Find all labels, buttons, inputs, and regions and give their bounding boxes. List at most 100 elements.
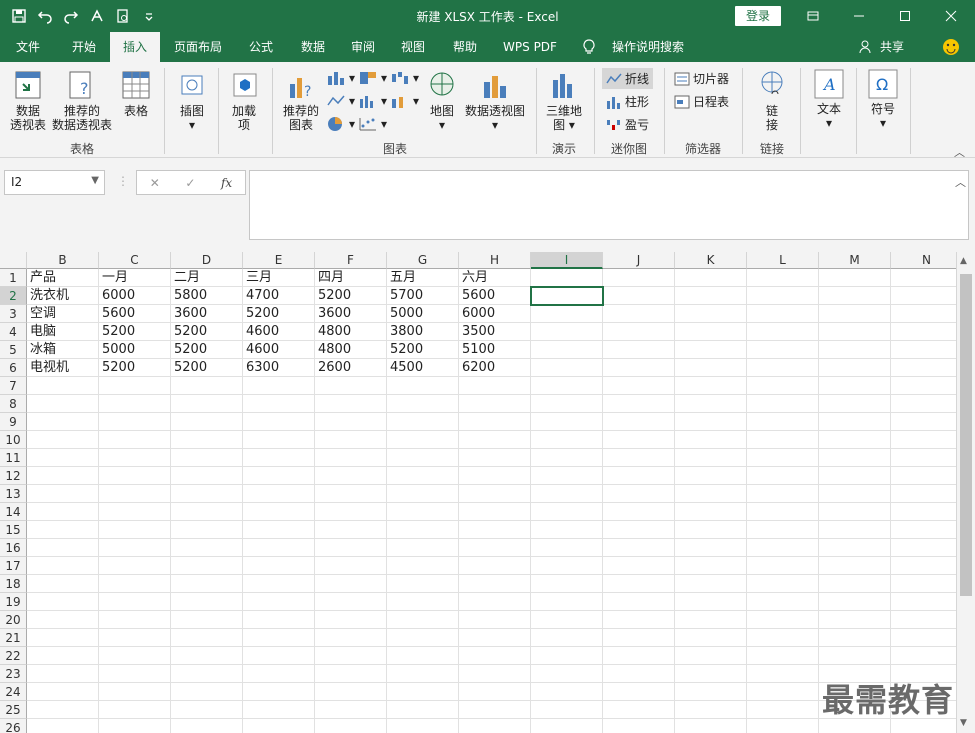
cell-L25[interactable] bbox=[747, 701, 819, 719]
cell-M8[interactable] bbox=[819, 395, 891, 413]
cell-L20[interactable] bbox=[747, 611, 819, 629]
cell-D26[interactable] bbox=[171, 719, 243, 733]
cell-C9[interactable] bbox=[99, 413, 171, 431]
cell-G12[interactable] bbox=[387, 467, 459, 485]
cell-G14[interactable] bbox=[387, 503, 459, 521]
share-button[interactable]: 共享 bbox=[876, 32, 908, 62]
cell-F5[interactable]: 4800 bbox=[315, 341, 387, 359]
cell-C17[interactable] bbox=[99, 557, 171, 575]
cell-M9[interactable] bbox=[819, 413, 891, 431]
cell-L7[interactable] bbox=[747, 377, 819, 395]
cell-M12[interactable] bbox=[819, 467, 891, 485]
cell-B23[interactable] bbox=[27, 665, 99, 683]
close-icon[interactable] bbox=[928, 0, 974, 32]
name-box[interactable]: I2 ▼ bbox=[4, 170, 105, 195]
cell-D1[interactable]: 二月 bbox=[171, 269, 243, 287]
cell-K17[interactable] bbox=[675, 557, 747, 575]
cell-F14[interactable] bbox=[315, 503, 387, 521]
cell-M6[interactable] bbox=[819, 359, 891, 377]
cell-F24[interactable] bbox=[315, 683, 387, 701]
cell-D19[interactable] bbox=[171, 593, 243, 611]
cell-B13[interactable] bbox=[27, 485, 99, 503]
row-header-18[interactable]: 18 bbox=[0, 575, 27, 593]
row-header-13[interactable]: 13 bbox=[0, 485, 27, 503]
cell-B7[interactable] bbox=[27, 377, 99, 395]
cell-H20[interactable] bbox=[459, 611, 531, 629]
cell-E1[interactable]: 三月 bbox=[243, 269, 315, 287]
cell-J15[interactable] bbox=[603, 521, 675, 539]
cell-B16[interactable] bbox=[27, 539, 99, 557]
row-header-15[interactable]: 15 bbox=[0, 521, 27, 539]
cell-B10[interactable] bbox=[27, 431, 99, 449]
cell-L19[interactable] bbox=[747, 593, 819, 611]
combo-chart-icon[interactable]: ▾ bbox=[390, 93, 419, 109]
column-header-F[interactable]: F bbox=[315, 252, 387, 269]
illustrations-button[interactable]: 插图 ▾ bbox=[172, 70, 212, 132]
cell-J8[interactable] bbox=[603, 395, 675, 413]
cell-J6[interactable] bbox=[603, 359, 675, 377]
cell-J1[interactable] bbox=[603, 269, 675, 287]
cell-J19[interactable] bbox=[603, 593, 675, 611]
cell-D11[interactable] bbox=[171, 449, 243, 467]
line-chart-icon[interactable]: ▾ bbox=[326, 93, 355, 109]
cell-J26[interactable] bbox=[603, 719, 675, 733]
cell-B8[interactable] bbox=[27, 395, 99, 413]
cell-C7[interactable] bbox=[99, 377, 171, 395]
map3d-button[interactable]: 三维地 图 ▾ bbox=[542, 70, 586, 132]
cell-H13[interactable] bbox=[459, 485, 531, 503]
cell-G24[interactable] bbox=[387, 683, 459, 701]
cell-H4[interactable]: 3500 bbox=[459, 323, 531, 341]
cell-C13[interactable] bbox=[99, 485, 171, 503]
cell-I19[interactable] bbox=[531, 593, 603, 611]
cell-F8[interactable] bbox=[315, 395, 387, 413]
row-header-16[interactable]: 16 bbox=[0, 539, 27, 557]
cell-L17[interactable] bbox=[747, 557, 819, 575]
cell-L23[interactable] bbox=[747, 665, 819, 683]
cell-D15[interactable] bbox=[171, 521, 243, 539]
cell-J18[interactable] bbox=[603, 575, 675, 593]
cell-K3[interactable] bbox=[675, 305, 747, 323]
column-header-E[interactable]: E bbox=[243, 252, 315, 269]
cell-N20[interactable] bbox=[891, 611, 956, 629]
cell-N13[interactable] bbox=[891, 485, 956, 503]
cell-C4[interactable]: 5200 bbox=[99, 323, 171, 341]
cell-C11[interactable] bbox=[99, 449, 171, 467]
cell-K14[interactable] bbox=[675, 503, 747, 521]
cell-L26[interactable] bbox=[747, 719, 819, 733]
cell-E8[interactable] bbox=[243, 395, 315, 413]
cell-K21[interactable] bbox=[675, 629, 747, 647]
cell-L3[interactable] bbox=[747, 305, 819, 323]
cell-M14[interactable] bbox=[819, 503, 891, 521]
cell-D6[interactable]: 5200 bbox=[171, 359, 243, 377]
cell-M1[interactable] bbox=[819, 269, 891, 287]
cell-K15[interactable] bbox=[675, 521, 747, 539]
row-header-22[interactable]: 22 bbox=[0, 647, 27, 665]
cell-H22[interactable] bbox=[459, 647, 531, 665]
cell-G19[interactable] bbox=[387, 593, 459, 611]
cell-J9[interactable] bbox=[603, 413, 675, 431]
cell-D5[interactable]: 5200 bbox=[171, 341, 243, 359]
cell-I9[interactable] bbox=[531, 413, 603, 431]
cell-K22[interactable] bbox=[675, 647, 747, 665]
cell-J7[interactable] bbox=[603, 377, 675, 395]
cell-N22[interactable] bbox=[891, 647, 956, 665]
column-header-J[interactable]: J bbox=[603, 252, 675, 269]
cell-H17[interactable] bbox=[459, 557, 531, 575]
cell-E19[interactable] bbox=[243, 593, 315, 611]
expand-formula-icon[interactable]: ︿ bbox=[955, 174, 966, 190]
cell-B11[interactable] bbox=[27, 449, 99, 467]
cell-F13[interactable] bbox=[315, 485, 387, 503]
cell-K13[interactable] bbox=[675, 485, 747, 503]
symbol-button[interactable]: Ω 符号 ▾ bbox=[862, 68, 904, 130]
tab-home[interactable]: 开始 bbox=[58, 32, 110, 62]
cell-M15[interactable] bbox=[819, 521, 891, 539]
cell-K8[interactable] bbox=[675, 395, 747, 413]
cell-J16[interactable] bbox=[603, 539, 675, 557]
cell-H2[interactable]: 5600 bbox=[459, 287, 531, 305]
cell-N9[interactable] bbox=[891, 413, 956, 431]
cell-D17[interactable] bbox=[171, 557, 243, 575]
cell-L24[interactable] bbox=[747, 683, 819, 701]
cell-I18[interactable] bbox=[531, 575, 603, 593]
cell-D16[interactable] bbox=[171, 539, 243, 557]
table-button[interactable]: 表格 bbox=[114, 70, 158, 118]
